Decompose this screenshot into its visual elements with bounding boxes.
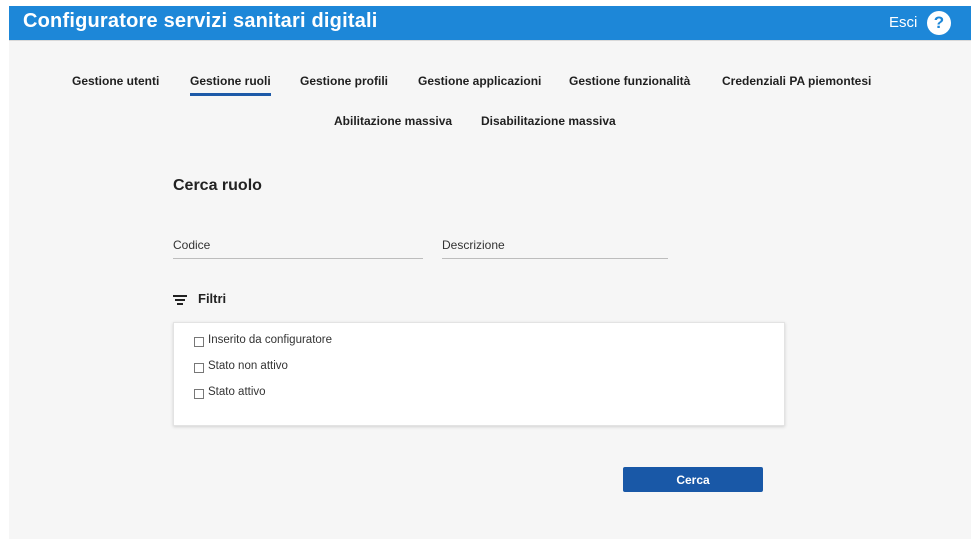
descrizione-input[interactable] [442, 238, 668, 252]
search-button[interactable]: Cerca [623, 467, 763, 492]
page-title: Cerca ruolo [173, 177, 262, 194]
nav-primary: Gestione utenti Gestione ruoli Gestione … [9, 74, 971, 96]
tab-abilitazione-massiva[interactable]: Abilitazione massiva [334, 114, 452, 128]
tab-gestione-applicazioni[interactable]: Gestione applicazioni [418, 74, 541, 88]
codice-input[interactable] [173, 238, 423, 252]
tab-credenziali-pa-piemontesi[interactable]: Credenziali PA piemontesi [722, 74, 871, 88]
checkbox-icon[interactable] [194, 337, 204, 347]
checkbox-icon[interactable] [194, 363, 204, 373]
checkbox-label: Stato non attivo [208, 360, 288, 372]
tab-gestione-ruoli[interactable]: Gestione ruoli [190, 74, 271, 96]
filters-panel: Inserito da configuratore Stato non atti… [173, 322, 785, 426]
checkbox-icon[interactable] [194, 389, 204, 399]
checkbox-label: Stato attivo [208, 386, 266, 398]
tab-gestione-funzionalita[interactable]: Gestione funzionalità [569, 74, 690, 88]
descrizione-field [442, 236, 668, 259]
help-icon[interactable]: ? [927, 11, 951, 35]
tab-gestione-utenti[interactable]: Gestione utenti [72, 74, 159, 88]
logout-link[interactable]: Esci [889, 14, 917, 31]
codice-field [173, 236, 423, 259]
filter-lines-icon [173, 295, 187, 305]
tab-disabilitazione-massiva[interactable]: Disabilitazione massiva [481, 114, 616, 128]
filters-label: Filtri [198, 291, 227, 306]
app-header: Configuratore servizi sanitari digitali … [9, 6, 971, 40]
main-content: Gestione utenti Gestione ruoli Gestione … [9, 40, 971, 539]
checkbox-label: Inserito da configuratore [208, 334, 333, 346]
app-title: Configuratore servizi sanitari digitali [23, 10, 378, 32]
nav-secondary: Abilitazione massiva Disabilitazione mas… [9, 114, 971, 134]
tab-gestione-profili[interactable]: Gestione profili [300, 74, 388, 88]
